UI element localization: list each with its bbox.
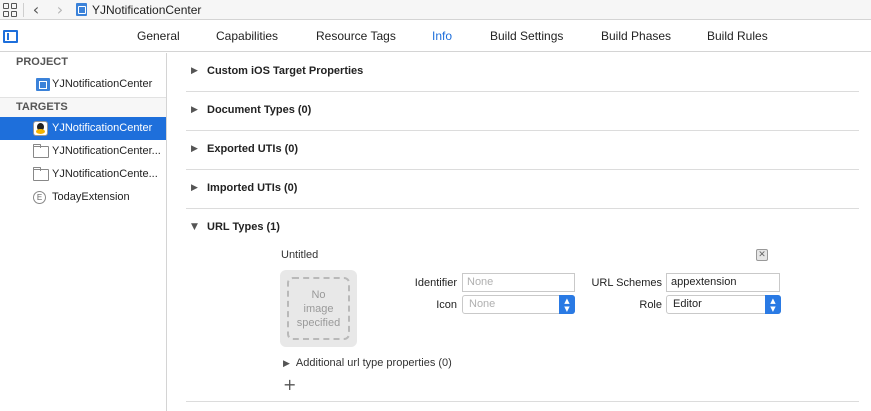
disclosure-right-icon[interactable]: ▶ bbox=[191, 144, 198, 154]
identifier-label: Identifier bbox=[414, 277, 457, 289]
tab-build-settings[interactable]: Build Settings bbox=[490, 21, 563, 52]
icon-label: Icon bbox=[436, 299, 457, 311]
sidebar-toggle-icon[interactable] bbox=[3, 30, 18, 43]
url-type-image-well[interactable]: No image specified bbox=[280, 270, 357, 347]
url-type-entry: Untitled ✕ No image specified Identifier… bbox=[186, 247, 859, 402]
back-button[interactable]: ‹ bbox=[24, 0, 48, 20]
tab-capabilities[interactable]: Capabilities bbox=[216, 21, 278, 52]
disclosure-right-icon[interactable]: ▶ bbox=[283, 359, 290, 369]
project-navigator-sidebar: PROJECT YJNotificationCenter TARGETS YJN… bbox=[0, 53, 167, 411]
disclosure-down-icon[interactable]: ▼ bbox=[191, 222, 198, 232]
info-editor: ▶ Custom iOS Target Properties ▶ Documen… bbox=[168, 53, 871, 411]
section-imported-utis[interactable]: ▶ Imported UTIs (0) bbox=[186, 170, 859, 209]
section-custom-ios-target-properties[interactable]: ▶ Custom iOS Target Properties bbox=[186, 53, 859, 92]
sidebar-item-target-main[interactable]: YJNotificationCenter bbox=[0, 117, 166, 140]
disclosure-right-icon[interactable]: ▶ bbox=[191, 66, 198, 76]
editor-tab-bar: General Capabilities Resource Tags Info … bbox=[0, 21, 871, 52]
folder-icon bbox=[33, 144, 49, 158]
section-url-types[interactable]: ▼ URL Types (1) bbox=[186, 209, 859, 248]
forward-button[interactable]: › bbox=[48, 0, 72, 20]
role-label: Role bbox=[639, 299, 662, 311]
sidebar-item-label: YJNotificationCenter... bbox=[52, 145, 161, 157]
tab-resource-tags[interactable]: Resource Tags bbox=[316, 21, 396, 52]
disclosure-right-icon[interactable]: ▶ bbox=[191, 183, 198, 193]
icon-popup-value: None bbox=[469, 298, 496, 310]
remove-url-type-button[interactable]: ✕ bbox=[756, 249, 768, 261]
sidebar-item-label: YJNotificationCenter bbox=[52, 78, 153, 90]
tab-build-rules[interactable]: Build Rules bbox=[707, 21, 768, 52]
additional-properties-label: Additional url type properties (0) bbox=[295, 357, 452, 369]
sidebar-item-label: YJNotificationCenter bbox=[52, 122, 153, 134]
section-title: Custom iOS Target Properties bbox=[207, 65, 364, 77]
add-url-type-button[interactable]: + bbox=[283, 375, 296, 394]
sidebar-item-project[interactable]: YJNotificationCenter bbox=[0, 73, 166, 96]
extension-icon: E bbox=[33, 191, 46, 204]
folder-icon bbox=[33, 167, 49, 181]
project-file-icon bbox=[76, 3, 87, 16]
url-schemes-field[interactable]: appextension bbox=[666, 273, 780, 292]
breadcrumb-project[interactable]: YJNotificationCenter bbox=[92, 3, 201, 17]
related-items-grid-icon[interactable] bbox=[3, 2, 17, 17]
role-popup[interactable]: Editor ▲ ▼ bbox=[666, 295, 781, 314]
navigation-bar: ‹ › YJNotificationCenter bbox=[0, 0, 871, 20]
identifier-field[interactable]: None bbox=[462, 273, 575, 292]
sidebar-item-target-2[interactable]: YJNotificationCenter... bbox=[0, 140, 166, 163]
tab-build-phases[interactable]: Build Phases bbox=[601, 21, 671, 52]
icon-popup[interactable]: None ▲ ▼ bbox=[462, 295, 575, 314]
sidebar-item-label: TodayExtension bbox=[52, 191, 130, 203]
section-title: URL Types (1) bbox=[207, 221, 280, 233]
section-exported-utis[interactable]: ▶ Exported UTIs (0) bbox=[186, 131, 859, 170]
tab-general[interactable]: General bbox=[137, 21, 180, 52]
image-placeholder-text: No image specified bbox=[287, 277, 350, 340]
sidebar-item-today-extension[interactable]: E TodayExtension bbox=[0, 186, 166, 209]
url-type-title: Untitled bbox=[281, 249, 319, 261]
role-popup-value: Editor bbox=[673, 298, 702, 310]
additional-properties-row[interactable]: ▶ Additional url type properties (0) bbox=[283, 357, 452, 369]
sidebar-item-label: YJNotificationCente... bbox=[52, 168, 158, 180]
tab-info[interactable]: Info bbox=[432, 21, 452, 52]
sidebar-item-target-3[interactable]: YJNotificationCente... bbox=[0, 163, 166, 186]
section-document-types[interactable]: ▶ Document Types (0) bbox=[186, 92, 859, 131]
section-title: Imported UTIs (0) bbox=[207, 182, 298, 194]
targets-header: TARGETS bbox=[0, 97, 166, 117]
app-icon bbox=[33, 121, 48, 136]
project-header: PROJECT bbox=[16, 56, 68, 68]
popup-chevron-icon[interactable]: ▲ ▼ bbox=[765, 295, 781, 314]
url-schemes-label: URL Schemes bbox=[591, 277, 662, 289]
section-title: Document Types (0) bbox=[207, 104, 312, 116]
section-title: Exported UTIs (0) bbox=[207, 143, 299, 155]
project-icon bbox=[36, 78, 50, 91]
disclosure-right-icon[interactable]: ▶ bbox=[191, 105, 198, 115]
